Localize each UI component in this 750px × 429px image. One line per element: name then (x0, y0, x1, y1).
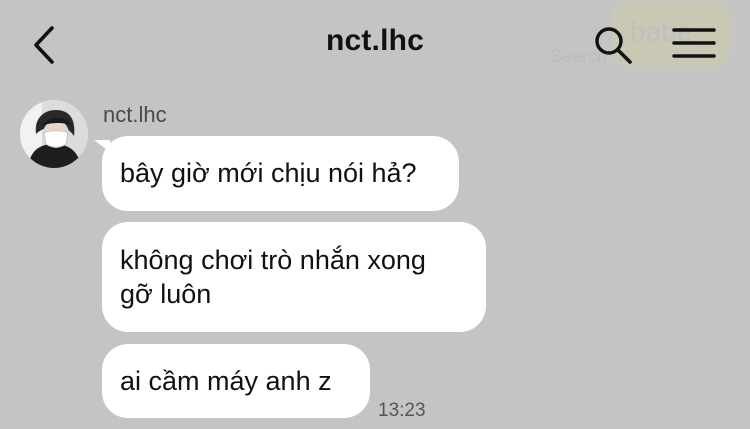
search-button[interactable] (592, 24, 634, 66)
avatar[interactable] (20, 100, 88, 168)
avatar-image (20, 100, 88, 168)
top-bar: nct.lhc Search babe (0, 0, 750, 92)
message-text: ai cầm máy anh z (120, 366, 332, 396)
menu-button[interactable] (672, 26, 716, 60)
message-timestamp: 13:23 (378, 400, 426, 421)
hamburger-menu-icon (672, 28, 716, 58)
message-bubble[interactable]: không chơi trò nhắn xong gỡ luôn (102, 222, 486, 332)
message-bubble[interactable]: ai cầm máy anh z (102, 344, 370, 418)
message-text: không chơi trò nhắn xong gỡ luôn (120, 245, 426, 309)
sender-name: nct.lhc (103, 102, 167, 127)
chevron-left-icon (34, 26, 54, 64)
message-text: bây giờ mới chịu nói hả? (120, 158, 417, 188)
back-button[interactable] (26, 22, 62, 68)
search-icon (595, 27, 632, 64)
message-bubble[interactable]: bây giờ mới chịu nói hả? (102, 136, 459, 211)
